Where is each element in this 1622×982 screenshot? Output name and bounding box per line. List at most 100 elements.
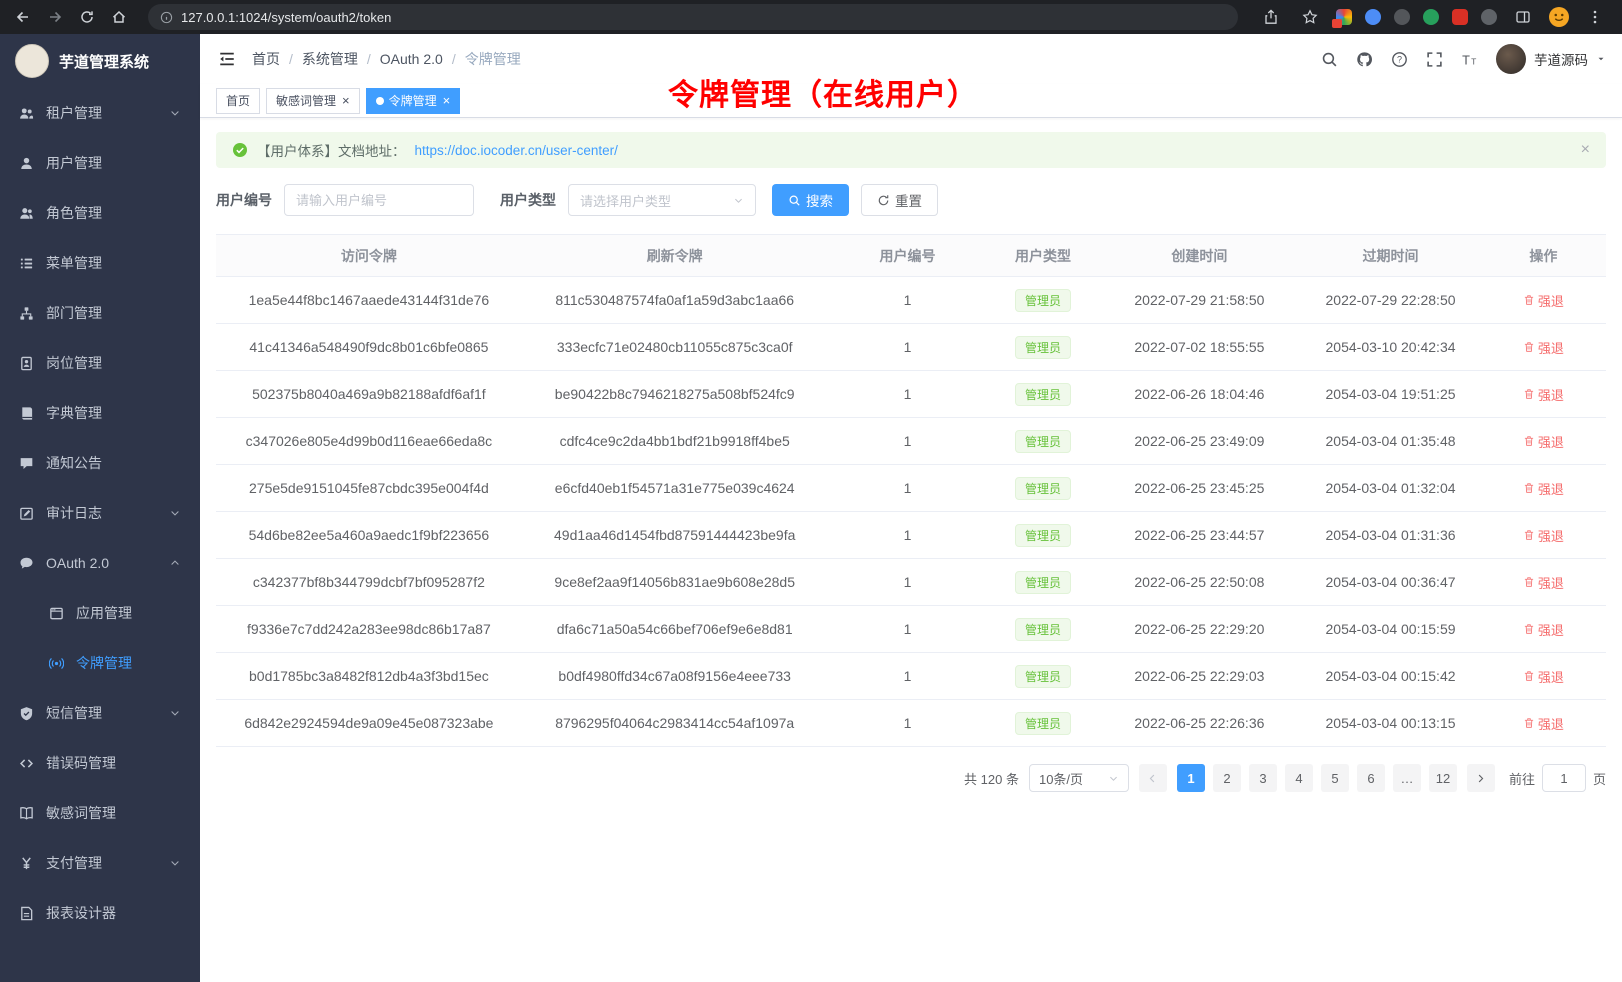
- tab-label: 首页: [226, 92, 250, 109]
- sidebar-item-支付管理[interactable]: 支付管理: [0, 838, 200, 888]
- force-logout-button[interactable]: 强退: [1523, 291, 1564, 310]
- sidebar-item-菜单管理[interactable]: 菜单管理: [0, 238, 200, 288]
- pagination-page-2[interactable]: 2: [1213, 764, 1241, 792]
- sidebar-item-敏感词管理[interactable]: 敏感词管理: [0, 788, 200, 838]
- tab-close-icon[interactable]: ×: [342, 94, 350, 107]
- extension-icon[interactable]: [1423, 9, 1439, 25]
- sidebar-item-短信管理[interactable]: 短信管理: [0, 688, 200, 738]
- goto-page-input[interactable]: [1542, 764, 1586, 792]
- sidebar-item-label: 角色管理: [46, 203, 102, 223]
- breadcrumb-item[interactable]: OAuth 2.0: [380, 51, 443, 67]
- browser-menu-icon[interactable]: [1582, 4, 1608, 30]
- pagination-page-6[interactable]: 6: [1357, 764, 1385, 792]
- user-type-cell: 管理员: [987, 606, 1098, 653]
- report-doc-icon: [19, 906, 34, 921]
- sidebar-item-岗位管理[interactable]: 岗位管理: [0, 338, 200, 388]
- force-logout-button[interactable]: 强退: [1523, 479, 1564, 498]
- alert-close-icon[interactable]: ×: [1581, 141, 1590, 159]
- pagination-page-3[interactable]: 3: [1249, 764, 1277, 792]
- refresh-token-cell: b0df4980ffd34c67a08f9156e4eee733: [522, 653, 828, 700]
- sidebar-item-label: 报表设计器: [46, 903, 116, 923]
- force-logout-button[interactable]: 强退: [1523, 620, 1564, 639]
- split-view-icon[interactable]: [1510, 4, 1536, 30]
- sidebar-item-应用管理[interactable]: 应用管理: [0, 588, 200, 638]
- sidebar-item-OAuth 2.0[interactable]: OAuth 2.0: [0, 538, 200, 588]
- share-icon[interactable]: [1258, 4, 1284, 30]
- user-id-cell: 1: [828, 512, 988, 559]
- created-time-cell: 2022-06-25 22:29:20: [1099, 606, 1301, 653]
- force-logout-button[interactable]: 强退: [1523, 385, 1564, 404]
- tab-首页[interactable]: 首页: [216, 88, 260, 114]
- extension-icon[interactable]: [1481, 9, 1497, 25]
- user-type-cell: 管理员: [987, 277, 1098, 324]
- font-size-icon[interactable]: TT: [1461, 51, 1478, 68]
- tab-令牌管理[interactable]: 令牌管理×: [366, 88, 461, 114]
- user-id-input[interactable]: [284, 184, 474, 216]
- url-text: 127.0.0.1:1024/system/oauth2/token: [181, 10, 391, 25]
- doc-link[interactable]: https://doc.iocoder.cn/user-center/: [415, 143, 618, 158]
- sidebar-item-label: 支付管理: [46, 853, 102, 873]
- search-icon[interactable]: [1321, 51, 1338, 68]
- extension-icon[interactable]: [1365, 9, 1381, 25]
- sidebar-item-错误码管理[interactable]: 错误码管理: [0, 738, 200, 788]
- sidebar-item-令牌管理[interactable]: 令牌管理: [0, 638, 200, 688]
- pagination-ellipsis[interactable]: …: [1393, 764, 1421, 792]
- extension-icon[interactable]: [1452, 9, 1468, 25]
- breadcrumb-item[interactable]: 系统管理: [302, 49, 358, 69]
- force-logout-button[interactable]: 强退: [1523, 338, 1564, 357]
- error-code-icon: [19, 756, 34, 771]
- sidebar-item-部门管理[interactable]: 部门管理: [0, 288, 200, 338]
- table-row: 502375b8040a469a9b82188afdf6af1fbe90422b…: [216, 371, 1606, 418]
- sidebar-item-label: OAuth 2.0: [46, 555, 109, 571]
- fullscreen-icon[interactable]: [1426, 51, 1443, 68]
- table-row: 6d842e2924594de9a09e45e087323abe8796295f…: [216, 700, 1606, 747]
- pagination-page-5[interactable]: 5: [1321, 764, 1349, 792]
- sidebar-toggle-icon[interactable]: [216, 48, 238, 70]
- prev-page-button[interactable]: [1139, 764, 1167, 792]
- table-row: 275e5de9151045fe87cbdc395e004f4de6cfd40e…: [216, 465, 1606, 512]
- sidebar-item-审计日志[interactable]: 审计日志: [0, 488, 200, 538]
- sidebar-item-报表设计器[interactable]: 报表设计器: [0, 888, 200, 938]
- extension-icon[interactable]: [1394, 9, 1410, 25]
- created-time-cell: 2022-06-25 22:50:08: [1099, 559, 1301, 606]
- reload-button[interactable]: [74, 4, 100, 30]
- site-info-icon[interactable]: [160, 11, 173, 24]
- sidebar-item-通知公告[interactable]: 通知公告: [0, 438, 200, 488]
- app-logo[interactable]: 芋道管理系统: [0, 34, 200, 88]
- sidebar-item-字典管理[interactable]: 字典管理: [0, 388, 200, 438]
- refresh-token-cell: 333ecfc71e02480cb11055c875c3ca0f: [522, 324, 828, 371]
- reset-button[interactable]: 重置: [861, 184, 938, 216]
- address-bar[interactable]: 127.0.0.1:1024/system/oauth2/token: [148, 4, 1238, 30]
- created-time-cell: 2022-06-25 22:26:36: [1099, 700, 1301, 747]
- force-logout-button[interactable]: 强退: [1523, 526, 1564, 545]
- force-logout-button[interactable]: 强退: [1523, 714, 1564, 733]
- github-icon[interactable]: [1356, 51, 1373, 68]
- force-logout-button[interactable]: 强退: [1523, 432, 1564, 451]
- pagination-page-4[interactable]: 4: [1285, 764, 1313, 792]
- force-logout-button[interactable]: 强退: [1523, 573, 1564, 592]
- page-size-select[interactable]: 10条/页: [1029, 764, 1129, 792]
- sidebar-item-label: 应用管理: [76, 603, 132, 623]
- pagination-page-12[interactable]: 12: [1429, 764, 1457, 792]
- home-button[interactable]: [106, 4, 132, 30]
- force-logout-button[interactable]: 强退: [1523, 667, 1564, 686]
- breadcrumb: 首页/系统管理/OAuth 2.0/令牌管理: [252, 49, 521, 69]
- bookmark-star-icon[interactable]: [1297, 4, 1323, 30]
- user-type-select[interactable]: 请选择用户类型: [568, 184, 756, 216]
- extension-icon[interactable]: [1336, 9, 1352, 25]
- sidebar-item-角色管理[interactable]: 角色管理: [0, 188, 200, 238]
- browser-profile-avatar[interactable]: [1549, 7, 1569, 27]
- breadcrumb-item[interactable]: 首页: [252, 49, 280, 69]
- sidebar-item-用户管理[interactable]: 用户管理: [0, 138, 200, 188]
- next-page-button[interactable]: [1467, 764, 1495, 792]
- sidebar-item-租户管理[interactable]: 租户管理: [0, 88, 200, 138]
- back-button[interactable]: [10, 4, 36, 30]
- search-button[interactable]: 搜索: [772, 184, 849, 216]
- pagination-page-1[interactable]: 1: [1177, 764, 1205, 792]
- tab-敏感词管理[interactable]: 敏感词管理×: [266, 88, 360, 114]
- tab-close-icon[interactable]: ×: [443, 94, 451, 107]
- forward-button[interactable]: [42, 4, 68, 30]
- top-navbar: 首页/系统管理/OAuth 2.0/令牌管理 ? TT 芋道源码: [200, 34, 1622, 84]
- help-icon[interactable]: ?: [1391, 51, 1408, 68]
- user-menu[interactable]: 芋道源码: [1496, 44, 1606, 74]
